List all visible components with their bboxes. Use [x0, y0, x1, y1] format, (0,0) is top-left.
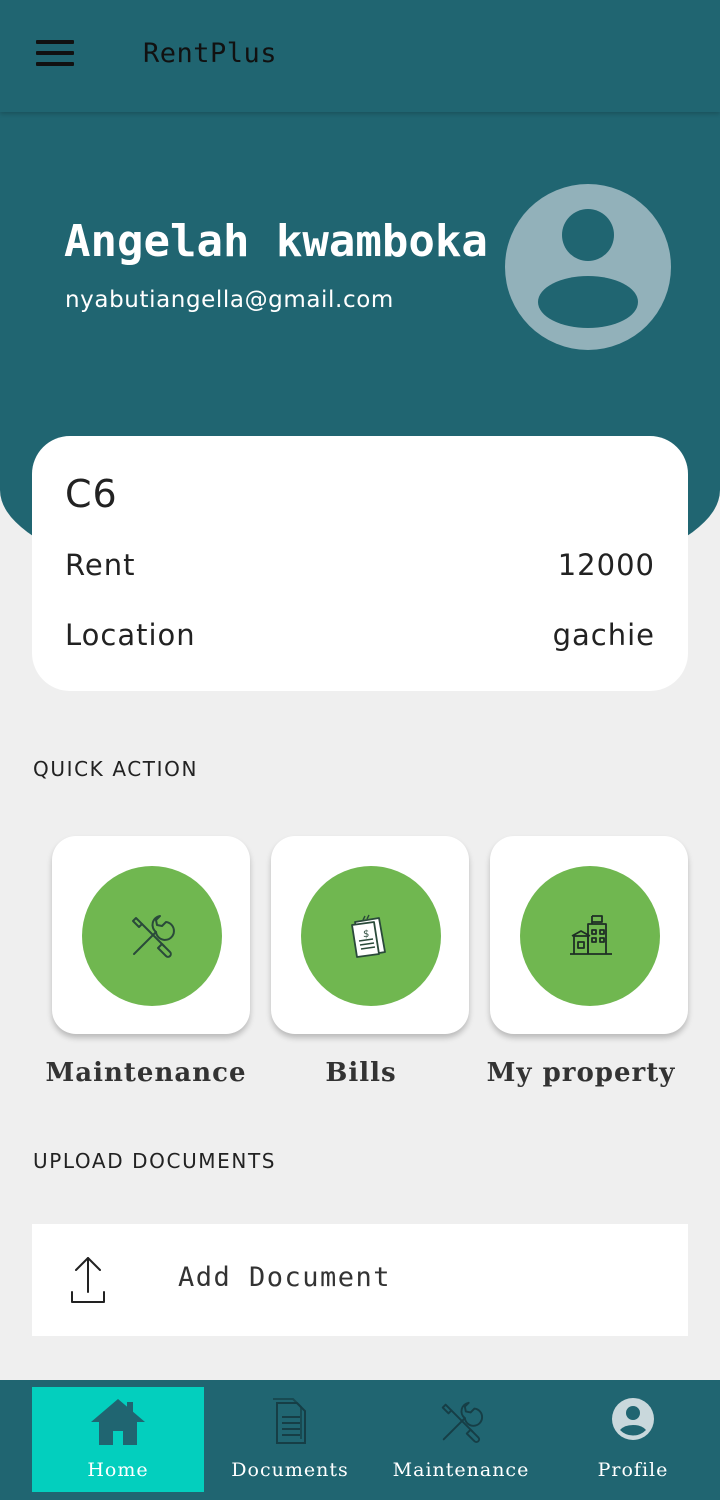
unit-code: C6 [65, 472, 118, 516]
nav-profile[interactable]: Profile [546, 1387, 720, 1492]
upload-icon [71, 1257, 105, 1303]
quick-action-title: QUICK ACTION [33, 757, 199, 781]
quick-action-bills[interactable]: $ [271, 836, 469, 1034]
quick-action-maintenance-circle [82, 866, 222, 1006]
account-circle-icon [612, 1398, 654, 1440]
nav-maintenance[interactable]: Maintenance [376, 1387, 546, 1492]
app-title: RentPlus [143, 38, 278, 69]
person-icon [538, 209, 638, 328]
tools-icon [132, 915, 175, 958]
quick-action-my-property[interactable] [490, 836, 688, 1034]
add-document-button[interactable]: Add Document [32, 1224, 688, 1336]
nav-profile-label: Profile [597, 1459, 669, 1481]
home-icon [91, 1399, 145, 1445]
nav-maintenance-label: Maintenance [392, 1459, 530, 1481]
rent-value: 12000 [557, 548, 655, 582]
tools-icon [441, 1401, 484, 1443]
user-email: nyabutiangella@gmail.com [65, 287, 394, 313]
app-bar: RentPlus [0, 0, 720, 112]
location-label: Location [65, 618, 196, 652]
bottom-navigation: Home Documents Maintenance Profile [0, 1380, 720, 1500]
unit-card: C6 Rent 12000 Location gachie [32, 436, 688, 691]
svg-text:$: $ [363, 929, 369, 940]
quick-action-maintenance[interactable] [52, 836, 250, 1034]
rent-label: Rent [65, 548, 136, 582]
quick-action-bills-circle: $ [301, 866, 441, 1006]
user-name: Angelah kwamboka [64, 216, 488, 267]
add-document-label: Add Document [178, 1262, 392, 1293]
nav-documents[interactable]: Documents [204, 1387, 376, 1492]
nav-home[interactable]: Home [32, 1387, 204, 1492]
menu-icon[interactable] [36, 40, 76, 70]
bill-icon: $ [351, 914, 386, 958]
quick-action-bills-label: Bills [325, 1058, 397, 1088]
building-icon [570, 915, 612, 955]
document-icon [273, 1398, 306, 1444]
avatar[interactable] [505, 184, 671, 350]
quick-action-my-property-label: My property [486, 1058, 676, 1088]
nav-home-label: Home [87, 1459, 149, 1481]
quick-action-my-property-circle [520, 866, 660, 1006]
location-value: gachie [552, 618, 655, 652]
nav-documents-label: Documents [231, 1459, 349, 1481]
quick-action-maintenance-label: Maintenance [45, 1058, 247, 1088]
upload-documents-title: UPLOAD DOCUMENTS [33, 1149, 277, 1173]
